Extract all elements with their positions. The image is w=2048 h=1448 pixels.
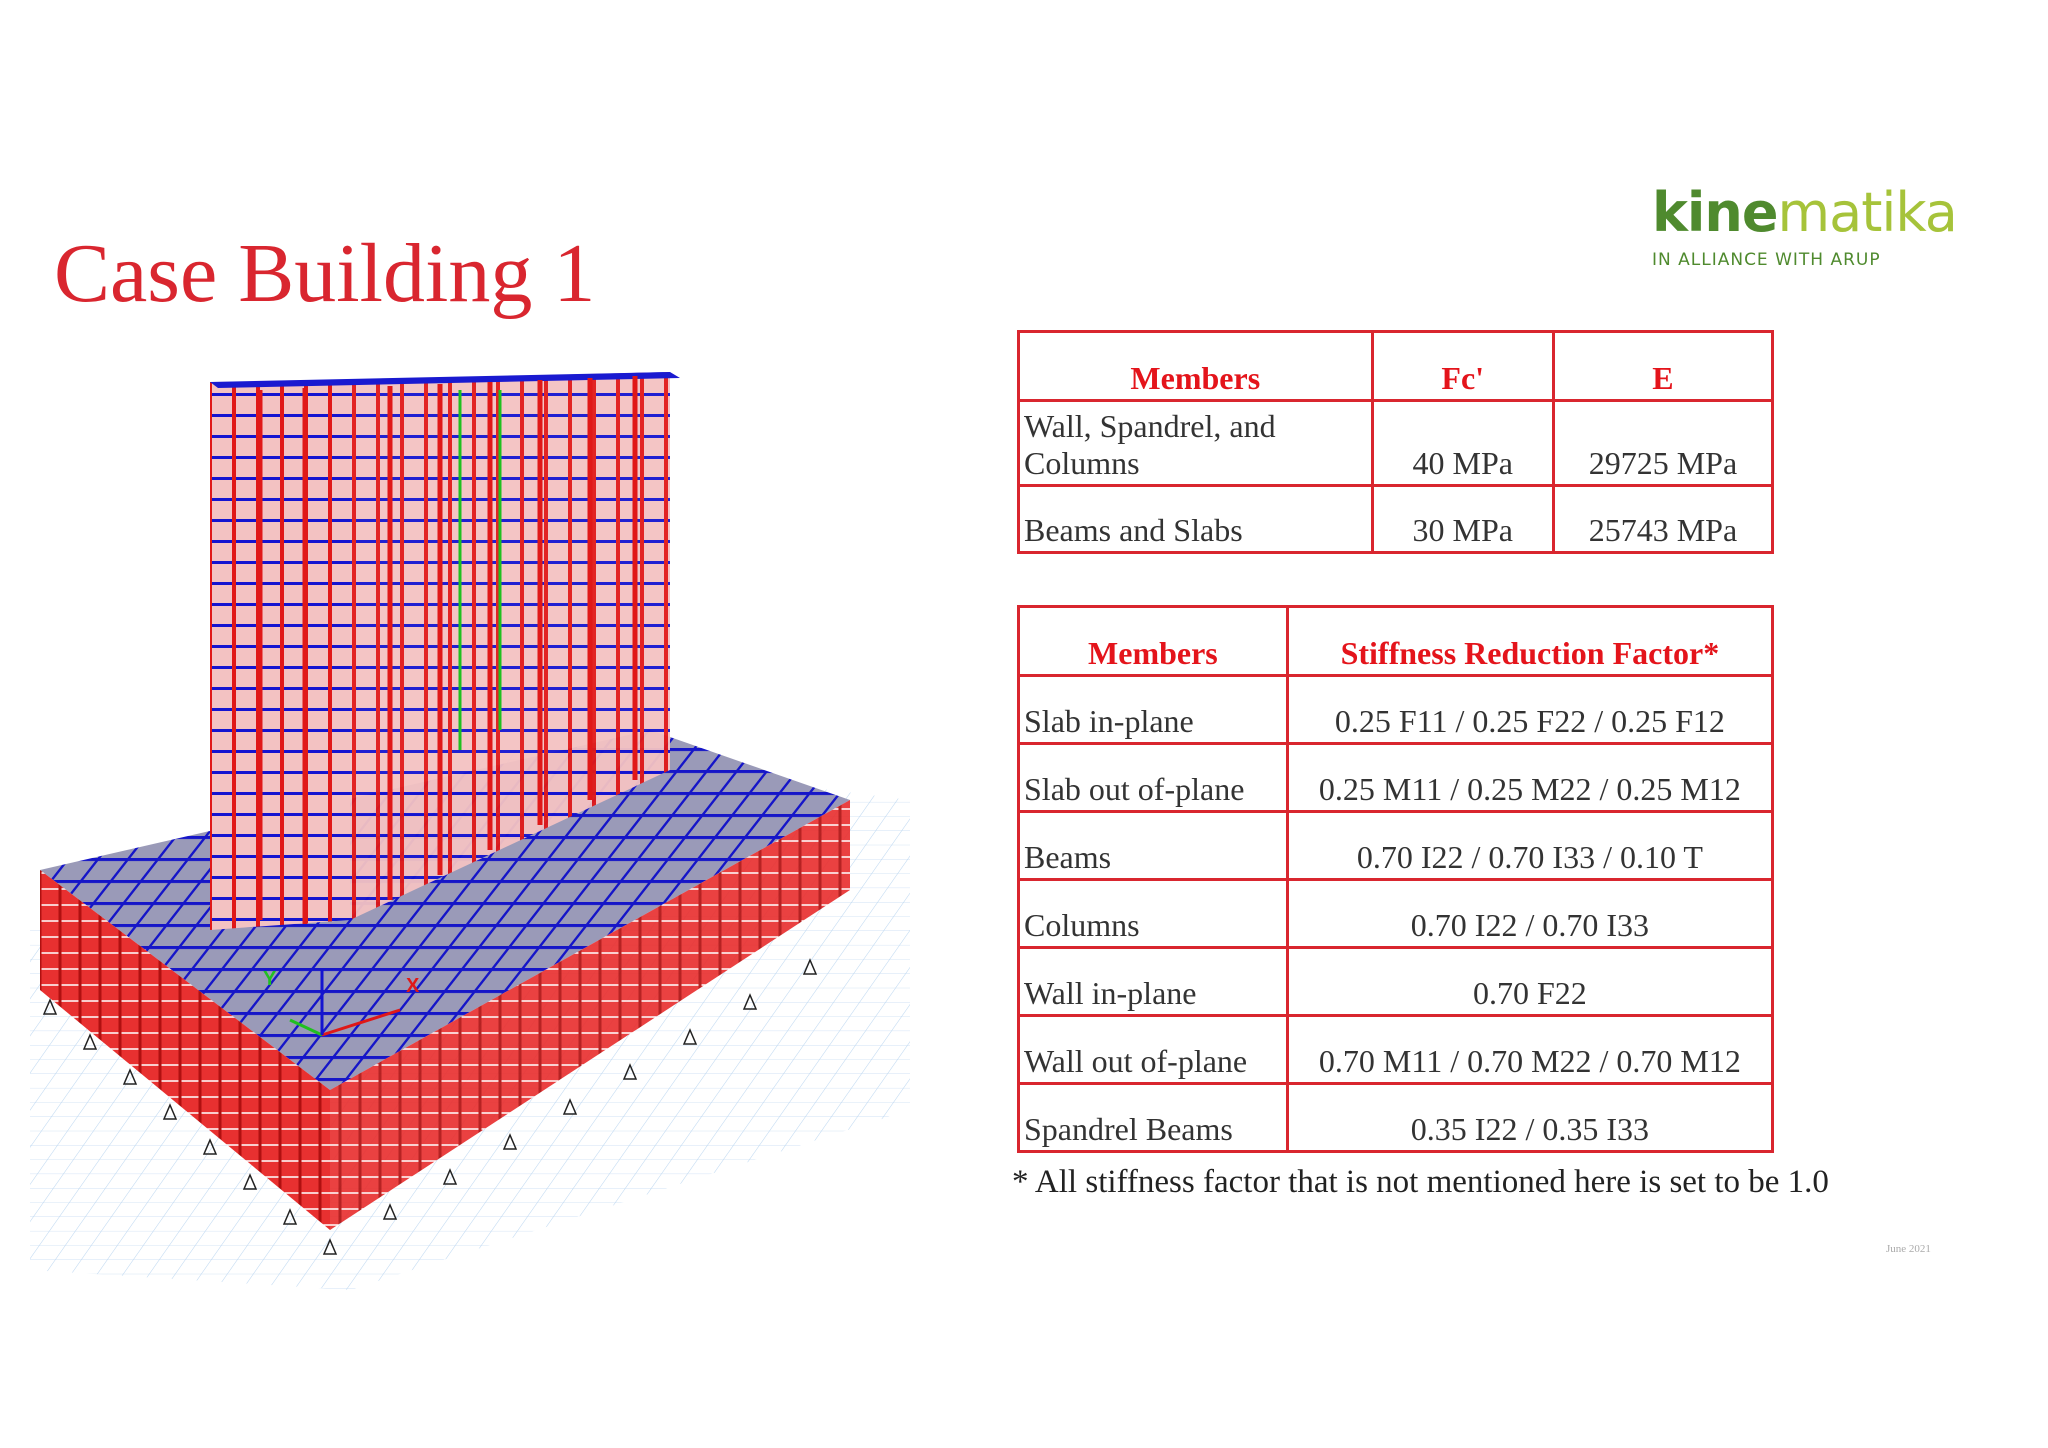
table-row: Beams 0.70 I22 / 0.70 I33 / 0.10 T xyxy=(1017,810,1775,881)
cell-member: Beams and Slabs xyxy=(1017,484,1374,554)
table-row: Columns 0.70 I22 / 0.70 I33 xyxy=(1017,878,1775,949)
cell-factor: 0.25 M11 / 0.25 M22 / 0.25 M12 xyxy=(1285,742,1775,813)
cell-member: Slab out of-plane xyxy=(1017,742,1289,813)
table-header-row: Members Fc' E xyxy=(1017,330,1775,402)
axis-y-label: Y xyxy=(263,968,277,990)
header-stiffness-factor: Stiffness Reduction Factor* xyxy=(1285,605,1775,677)
table-row: Beams and Slabs 30 MPa 25743 MPa xyxy=(1017,484,1775,554)
cell-factor: 0.70 M11 / 0.70 M22 / 0.70 M12 xyxy=(1285,1014,1775,1085)
header-members: Members xyxy=(1017,605,1289,677)
header-e: E xyxy=(1551,330,1775,402)
cell-e: 29725 MPa xyxy=(1551,399,1775,487)
stiffness-reduction-table: Members Stiffness Reduction Factor* Slab… xyxy=(1017,605,1775,1153)
axis-x-label: X xyxy=(406,975,420,997)
footnote: * All stiffness factor that is not menti… xyxy=(1012,1164,1829,1200)
cell-e: 25743 MPa xyxy=(1551,484,1775,554)
cell-member: Spandrel Beams xyxy=(1017,1082,1289,1153)
logo-word-light: matika xyxy=(1777,181,1958,244)
logo-word-bold: kine xyxy=(1652,181,1778,244)
table-row: Wall, Spandrel, and Columns 40 MPa 29725… xyxy=(1017,399,1775,487)
header-fc: Fc' xyxy=(1370,330,1555,402)
cell-member: Wall in-plane xyxy=(1017,946,1289,1017)
table-row: Spandrel Beams 0.35 I22 / 0.35 I33 xyxy=(1017,1082,1775,1153)
table-row: Slab in-plane 0.25 F11 / 0.25 F22 / 0.25… xyxy=(1017,674,1775,745)
table-header-row: Members Stiffness Reduction Factor* xyxy=(1017,605,1775,677)
logo-tagline: IN ALLIANCE WITH ARUP xyxy=(1652,250,1881,270)
cell-factor: 0.25 F11 / 0.25 F22 / 0.25 F12 xyxy=(1285,674,1775,745)
cell-member: Wall out of-plane xyxy=(1017,1014,1289,1085)
cell-factor: 0.70 I22 / 0.70 I33 / 0.10 T xyxy=(1285,810,1775,881)
cell-factor: 0.70 I22 / 0.70 I33 xyxy=(1285,878,1775,949)
cell-member: Slab in-plane xyxy=(1017,674,1289,745)
table-row: Slab out of-plane 0.25 M11 / 0.25 M22 / … xyxy=(1017,742,1775,813)
cell-member: Beams xyxy=(1017,810,1289,881)
cell-member: Columns xyxy=(1017,878,1289,949)
cell-factor: 0.70 F22 xyxy=(1285,946,1775,1017)
table-row: Wall in-plane 0.70 F22 xyxy=(1017,946,1775,1017)
cell-fc: 40 MPa xyxy=(1370,399,1555,487)
cell-member: Wall, Spandrel, and Columns xyxy=(1017,399,1374,487)
header-members: Members xyxy=(1017,330,1374,402)
cell-fc: 30 MPa xyxy=(1370,484,1555,554)
material-properties-table: Members Fc' E Wall, Spandrel, and Column… xyxy=(1017,330,1775,554)
cell-factor: 0.35 I22 / 0.35 I33 xyxy=(1285,1082,1775,1153)
structural-model-image: Y X xyxy=(30,372,910,1290)
table-row: Wall out of-plane 0.70 M11 / 0.70 M22 / … xyxy=(1017,1014,1775,1085)
slide-title: Case Building 1 xyxy=(54,227,596,320)
kinematika-logo: kinematika IN ALLIANCE WITH ARUP xyxy=(1652,186,1958,276)
logo-wordmark: kinematika xyxy=(1652,186,1958,240)
slide-date: June 2021 xyxy=(1886,1243,1931,1255)
